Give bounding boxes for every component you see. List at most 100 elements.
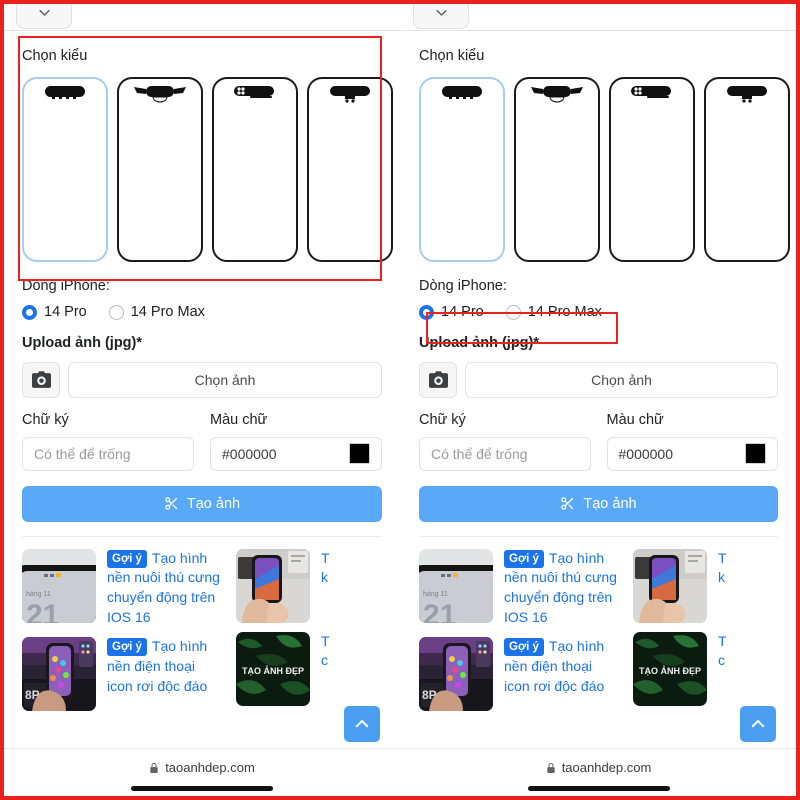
suggestion-item-2[interactable]: T k [236,548,382,623]
screenshot-root: Chọn kiểu Dòng iPhone: 14 Pro 14 Pro Max… [0,0,800,800]
tab-collapse-button[interactable] [16,4,72,29]
color-input-right[interactable]: #000000 [606,436,778,471]
suggestion-badge-1: Gợi ý [107,638,147,657]
style-picker-right [419,76,790,262]
generate-image-button-right[interactable]: Tạo ảnh [419,485,778,522]
style-option-1[interactable] [117,76,203,262]
suggestion-item-2-right[interactable]: T k [633,548,778,623]
suggestion-column-main-right: háng 11 21 Gợi ý Tạo hình nền nuôi thú cư… [419,548,619,721]
color-input[interactable]: #000000 [210,436,382,471]
pane-left: Chọn kiểu Dòng iPhone: 14 Pro 14 Pro Max… [4,4,400,796]
color-value: #000000 [222,445,277,462]
color-value: #000000 [618,445,674,462]
generate-image-button[interactable]: Tạo ảnh [22,485,382,522]
dynamic-island-plain-icon [442,85,482,99]
signature-input[interactable]: Có thể để trống [22,436,194,471]
page-content-left: Chọn kiểu Dòng iPhone: 14 Pro 14 Pro Max… [4,31,400,720]
radio-14-pro-indicator[interactable] [419,304,434,320]
suggestion-list: háng 11 21 Gợi ý Tạo hình nền nuôi thú cư… [22,548,382,721]
url-text: taoanhdep.com [561,760,652,775]
color-swatch[interactable] [745,443,766,464]
dynamic-island-pill-dots-icon [234,85,274,98]
chevron-up-icon [751,720,765,728]
radio-option-14-pro-right[interactable]: 14 Pro [419,304,484,320]
suggestion-item-0-right[interactable]: háng 11 21 Gợi ý Tạo hình nền nuôi thú cư… [419,548,619,629]
signature-label: Chữ ký [419,411,466,428]
suggestion-badge-0: Gợi ý [107,549,147,568]
suggestion-thumb-3: TẠO ẢNH ĐẸP [236,631,310,706]
generate-image-label: Tạo ảnh [583,495,637,512]
browser-bottom-bar: taoanhdep.com [4,748,400,796]
suggestion-text-1: Gợi ý Tạo hình nền điện thoại icon rơi độ… [107,637,222,697]
suggestion-thumb-0: háng 11 21 [419,548,493,623]
svg-text:21: 21 [423,599,456,623]
signature-label: Chữ ký [22,411,69,428]
tao-anh-dep-leaves-thumb-icon: TẠO ẢNH ĐẸP [236,631,310,706]
scroll-to-top-button-right[interactable] [740,706,776,742]
camera-button-right[interactable] [419,361,457,398]
radio-14-pro-max-indicator[interactable] [108,304,124,320]
url-display-right[interactable]: taoanhdep.com [546,760,652,775]
tab-collapse-button-right[interactable] [413,4,469,29]
svg-text:21: 21 [26,599,59,623]
dynamic-island-plain-icon [45,85,85,99]
choose-image-label: Chọn ảnh [194,371,256,388]
suggestion-thumb-1: 8P [22,637,96,711]
svg-text:háng 11: háng 11 [26,591,51,598]
upload-row: Chọn ảnh [22,361,382,398]
suggestion-item-1-right[interactable]: 8P Gợi ý Tạo hình nền điện thoại icon rơi… [419,637,619,711]
suggestion-item-0[interactable]: háng 11 21 Gợi ý Tạo hình nền nuôi thú cư… [22,548,222,629]
color-swatch[interactable] [349,443,370,464]
style-option-1-right[interactable] [514,76,600,262]
radio-14-pro-indicator[interactable] [22,304,37,320]
color-field-group: Màu chữ #000000 [210,412,382,471]
signature-field-group: Chữ ký Có thể để trống [22,412,194,471]
radio-14-pro-max-label: 14 Pro Max [130,304,205,320]
style-option-2-right[interactable] [609,76,695,262]
suggestion-thumb-1: 8P [419,637,493,711]
style-option-0[interactable] [22,76,108,262]
generate-image-label: Tạo ảnh [186,495,241,512]
style-option-3-right[interactable] [704,76,790,262]
comparison-panes: Chọn kiểu Dòng iPhone: 14 Pro 14 Pro Max… [4,4,796,796]
url-display[interactable]: taoanhdep.com [149,760,255,775]
suggestion-thumb-3: TẠO ẢNH ĐẸP [633,631,707,706]
radio-14-pro-max-label: 14 Pro Max [527,304,602,320]
color-label: Màu chữ [210,411,268,428]
choose-image-button-right[interactable]: Chọn ảnh [465,361,778,398]
radio-14-pro-label: 14 Pro [441,304,484,320]
hand-holding-purple-phone-thumb-icon: 8P [22,637,96,711]
suggestion-item-3-right[interactable]: TẠO ẢNH ĐẸP T c [633,631,778,706]
style-section-label: Chọn kiểu [22,48,88,64]
suggestion-text-0: Gợi ý Tạo hình nền nuôi thú cưng chuyển đ… [504,549,619,629]
radio-option-14-pro[interactable]: 14 Pro [22,304,87,320]
suggestion-text-3: T c [321,632,330,669]
svg-text:8P: 8P [422,688,437,702]
upload-section-label: Upload ảnh (jpg)* [22,335,143,351]
suggestion-item-3[interactable]: TẠO ẢNH ĐẸP T c [236,631,382,706]
suggestion-thumb-0: háng 11 21 [22,548,96,623]
style-option-0-right[interactable] [419,76,505,262]
choose-image-button[interactable]: Chọn ảnh [68,361,382,398]
color-label: Màu chữ [606,411,664,428]
suggestion-item-1[interactable]: 8P Gợi ý Tạo hình nền điện thoại icon rơi… [22,637,222,711]
suggestion-text-2: T k [718,549,727,586]
radio-option-14-pro-max-right[interactable]: 14 Pro Max [505,304,602,320]
page-content-right: Chọn kiểu Dòng iPhone: 14 Pro 14 Pro Max… [401,31,796,720]
section-divider [22,535,382,537]
radio-option-14-pro-max[interactable]: 14 Pro Max [108,304,205,320]
radio-14-pro-max-indicator[interactable] [505,304,521,320]
color-field-group-right: Màu chữ #000000 [606,411,778,471]
signature-input-right[interactable]: Có thể để trống [419,436,591,471]
suggestion-column-clipped-right: T k TẠO ẢNH ĐẸP T c [633,548,778,721]
signature-field-group-right: Chữ ký Có thể để trống [419,412,591,471]
scroll-to-top-button[interactable] [344,706,380,742]
radio-14-pro-label: 14 Pro [44,304,87,320]
style-option-3[interactable] [307,76,393,262]
style-option-2[interactable] [212,76,298,262]
scissors-icon [165,497,178,510]
camera-button[interactable] [22,361,60,398]
suggestion-text-2: T k [321,549,330,586]
chevron-down-icon [38,9,50,16]
choose-image-label: Chọn ảnh [591,371,652,388]
